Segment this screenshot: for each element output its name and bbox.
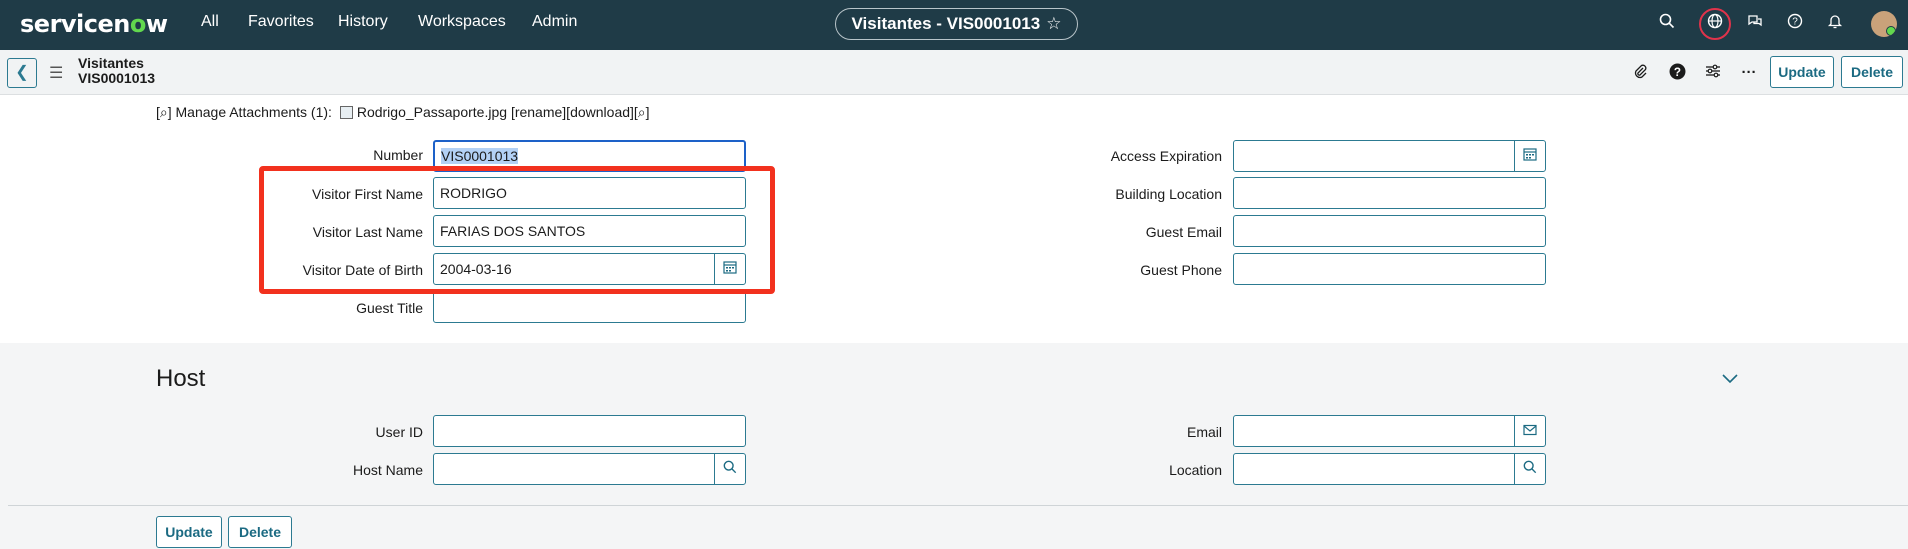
access-expiration-field[interactable]: [1233, 140, 1516, 172]
paperclip-icon[interactable]: [1630, 63, 1650, 83]
attachments-line: [⌕] Manage Attachments (1): Rodrigo_Pass…: [156, 104, 650, 121]
user-id-field[interactable]: [433, 415, 746, 447]
nav-admin[interactable]: Admin: [532, 13, 577, 31]
nav-all[interactable]: All: [201, 13, 219, 31]
header-update-button[interactable]: Update: [1770, 56, 1834, 88]
record-number: VIS0001013: [78, 70, 156, 86]
nav-history[interactable]: History: [338, 13, 388, 31]
email-field[interactable]: [1233, 415, 1516, 447]
calendar-icon[interactable]: [1514, 140, 1546, 172]
label-location: Location: [1169, 462, 1222, 478]
lookup-search-icon[interactable]: [714, 453, 746, 485]
guest-phone-field[interactable]: [1233, 253, 1546, 285]
label-number: Number: [373, 147, 423, 163]
lookup-search-icon[interactable]: [1514, 453, 1546, 485]
globe-icon[interactable]: [1704, 13, 1726, 35]
section-divider: [8, 505, 1908, 506]
back-button[interactable]: ❮: [7, 58, 37, 88]
record-title-pill[interactable]: Visitantes - VIS0001013 ☆: [835, 8, 1078, 40]
host-name-field[interactable]: [433, 453, 715, 485]
label-guest-email: Guest Email: [1145, 224, 1222, 240]
search-icon[interactable]: [1656, 13, 1678, 35]
footer-delete-button[interactable]: Delete: [228, 516, 292, 548]
record-heading: Visitantes VIS0001013: [78, 56, 155, 86]
header-delete-button[interactable]: Delete: [1841, 56, 1903, 88]
nav-workspaces[interactable]: Workspaces: [418, 13, 506, 31]
personalize-form-icon[interactable]: [1703, 63, 1723, 83]
location-field[interactable]: [1233, 453, 1516, 485]
image-file-icon: [339, 106, 353, 119]
number-value: VIS0001013: [441, 148, 519, 164]
label-user-id: User ID: [375, 424, 423, 440]
chevron-left-icon: ❮: [15, 64, 29, 81]
footer-update-button[interactable]: Update: [156, 516, 222, 548]
highlight-annotation-box: [259, 166, 775, 294]
table-name: Visitantes: [78, 55, 144, 71]
label-host-name: Host Name: [352, 462, 423, 478]
attachment-actions[interactable]: [rename][download][⌕]: [511, 104, 650, 120]
guest-title-field[interactable]: [433, 291, 746, 323]
label-building-location: Building Location: [1115, 186, 1222, 202]
guest-email-field[interactable]: [1233, 215, 1546, 247]
label-access-expiration: Access Expiration: [1110, 148, 1222, 164]
more-options-icon[interactable]: ···: [1739, 63, 1759, 83]
svg-text:?: ?: [1792, 17, 1798, 28]
label-guest-title: Guest Title: [356, 300, 423, 316]
label-guest-phone: Guest Phone: [1140, 262, 1222, 278]
chevron-down-icon[interactable]: [1722, 368, 1738, 389]
favorite-star-icon[interactable]: ☆: [1046, 14, 1061, 33]
building-location-field[interactable]: [1233, 177, 1546, 209]
servicenow-logo[interactable]: servicenow: [20, 10, 168, 38]
context-menu-icon[interactable]: ☰: [49, 63, 63, 83]
chat-icon[interactable]: [1744, 13, 1766, 35]
top-navigation-bar: servicenow All Favorites History Workspa…: [0, 0, 1908, 50]
notifications-bell-icon[interactable]: [1824, 13, 1846, 35]
nav-favorites[interactable]: Favorites: [248, 13, 314, 31]
manage-attachments-link[interactable]: [⌕] Manage Attachments (1):: [156, 104, 332, 120]
user-avatar[interactable]: [1871, 11, 1897, 37]
host-section-title: Host: [156, 365, 206, 392]
envelope-icon[interactable]: [1514, 415, 1546, 447]
help-icon[interactable]: ?: [1784, 13, 1806, 35]
svg-text:?: ?: [1673, 66, 1680, 79]
help-circle-icon[interactable]: ?: [1667, 63, 1687, 83]
form-header: ❮ ☰ Visitantes VIS0001013 ? ··· Update D…: [0, 50, 1908, 95]
record-title: Visitantes - VIS0001013: [851, 14, 1041, 33]
attachment-filename[interactable]: Rodrigo_Passaporte.jpg: [357, 104, 507, 120]
label-email: Email: [1186, 424, 1222, 440]
